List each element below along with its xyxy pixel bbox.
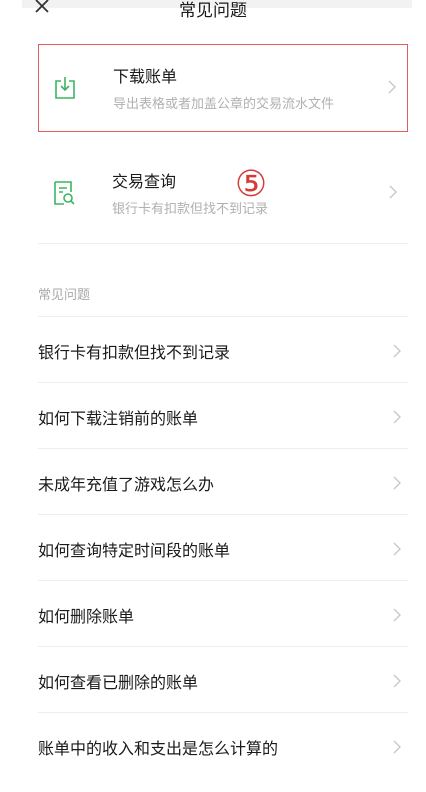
faq-item-label: 账单中的收入和支出是怎么计算的: [38, 739, 279, 758]
page-title: 常见问题: [179, 1, 247, 21]
step-number-annotation: ⑤: [234, 164, 268, 205]
faq-item-label: 银行卡有扣款但找不到记录: [38, 343, 231, 362]
chevron-right-icon: [388, 80, 396, 94]
faq-item[interactable]: 未成年充值了游戏怎么办: [38, 448, 408, 514]
faq-item-label: 如何查看已删除的账单: [38, 673, 199, 692]
chevron-right-icon: [393, 344, 401, 358]
faq-item[interactable]: 银行卡有扣款但找不到记录: [38, 316, 408, 382]
download-bill-card[interactable]: 下载账单 导出表格或者加盖公章的交易流水文件: [38, 44, 408, 132]
faq-item[interactable]: 如何查询特定时间段的账单: [38, 514, 408, 580]
top-bar: 常见问题: [0, 0, 426, 40]
chevron-right-icon: [393, 674, 401, 688]
download-icon: [55, 77, 75, 99]
faq-item[interactable]: 如何下载注销前的账单: [38, 382, 408, 448]
faq-section-title: 常见问题: [38, 288, 91, 303]
transaction-query-card[interactable]: 交易查询 银行卡有扣款但找不到记录: [38, 150, 408, 244]
card-title: 交易查询: [112, 172, 177, 191]
card-title: 下载账单: [113, 67, 178, 86]
chevron-right-icon: [393, 410, 401, 424]
chevron-right-icon: [389, 185, 397, 199]
faq-list: 银行卡有扣款但找不到记录 如何下载注销前的账单 未成年充值了游戏怎么办 如何查询…: [38, 316, 408, 778]
faq-item-label: 如何删除账单: [38, 607, 135, 626]
faq-item[interactable]: 如何删除账单: [38, 580, 408, 646]
search-document-icon: [54, 181, 75, 205]
faq-item[interactable]: 如何查看已删除的账单: [38, 646, 408, 712]
chevron-right-icon: [393, 608, 401, 622]
faq-item-label: 如何下载注销前的账单: [38, 409, 199, 428]
faq-item-label: 如何查询特定时间段的账单: [38, 541, 231, 560]
chevron-right-icon: [393, 476, 401, 490]
faq-item[interactable]: 账单中的收入和支出是怎么计算的: [38, 712, 408, 778]
card-subtitle: 导出表格或者加盖公章的交易流水文件: [113, 97, 335, 112]
chevron-right-icon: [393, 542, 401, 556]
faq-item-label: 未成年充值了游戏怎么办: [38, 475, 215, 494]
chevron-right-icon: [393, 740, 401, 754]
